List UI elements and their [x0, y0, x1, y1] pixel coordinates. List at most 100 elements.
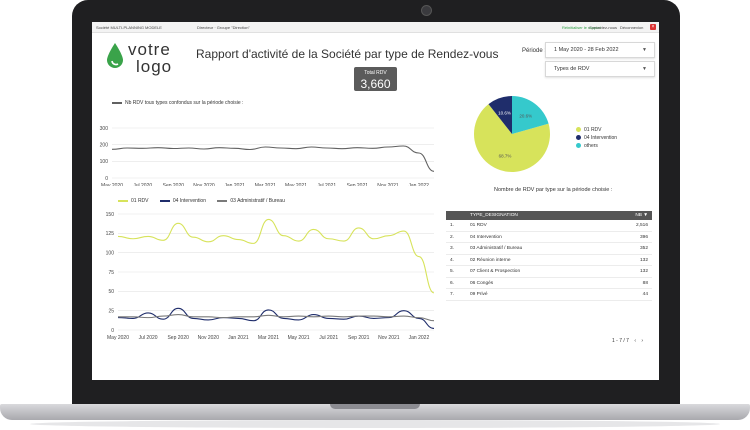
rdv-type-dropdown[interactable]: Types de RDV ▼: [545, 61, 655, 77]
series-line-2: [117, 307, 435, 330]
table-row[interactable]: 4. 02 Réunion interne 132: [446, 255, 652, 266]
legend-dot: [576, 135, 581, 141]
table-row[interactable]: 2. 04 Intervention 396: [446, 232, 652, 243]
x-tick-label: Jan 2022: [408, 183, 429, 186]
legend-label: 04 Intervention: [172, 198, 206, 204]
total-rdv-scorecard: Total RDV 3,660: [354, 67, 397, 91]
x-tick-label: Nov 2021: [377, 183, 399, 186]
logout-link[interactable]: Déconnexion: [620, 25, 643, 30]
pager-range: 1 - 7 / 7: [612, 338, 629, 344]
laptop-shadow: [30, 420, 720, 428]
row-index: 1.: [450, 223, 455, 228]
column-header-type[interactable]: TYPE_DESIGNATION: [470, 213, 518, 218]
y-tick-label: 50: [108, 289, 114, 295]
x-tick-label: Sep 2020: [167, 335, 189, 341]
next-page-icon[interactable]: ›: [641, 338, 643, 344]
legend-label: 03 Administratif / Bureau: [230, 198, 285, 204]
company-name: Société MULTI-PLANNING MODELE: [96, 25, 162, 30]
row-count: 396: [639, 234, 648, 240]
period-date-picker[interactable]: 1 May 2020 - 28 Feb 2022 ▼: [545, 42, 655, 58]
rdv-type-table: TYPE_DESIGNATION NB ▼ 1. 01 RDV 2,516 2. 04 …: [446, 211, 652, 301]
legend-label: others: [584, 143, 598, 149]
row-count: 352: [639, 246, 648, 251]
rdv-share-pie-chart: 68.7% 10.6% 20.6%: [474, 96, 550, 172]
y-tick-label: 100: [106, 250, 115, 256]
table-row[interactable]: 1. 01 RDV 2,516: [446, 220, 652, 232]
x-tick-label: Nov 2020: [198, 335, 220, 341]
x-tick-label: Jul 2021: [317, 183, 336, 186]
table-row[interactable]: 7. 09 Privé 44: [446, 289, 652, 301]
x-tick-label: Mar 2021: [258, 335, 279, 341]
logo-text-bottom: logo: [136, 57, 173, 76]
pie-legend-item: others: [576, 142, 617, 150]
row-index: 3.: [450, 246, 455, 251]
legend-swatch: [112, 101, 122, 104]
legend-swatch: [118, 199, 128, 202]
table-row[interactable]: 6. 06 Congés 88: [446, 278, 652, 289]
kpi-value: 3,660: [360, 77, 391, 91]
row-count: 2,516: [635, 223, 648, 228]
sort-desc-icon[interactable]: ▼: [643, 213, 648, 218]
chevron-down-icon: ▼: [642, 47, 647, 53]
legend-swatch: [159, 199, 170, 202]
row-type: 01 RDV: [470, 223, 487, 228]
rdv-type-value: Types de RDV: [554, 66, 590, 72]
app-topbar: Société MULTI-PLANNING MODELE Directeur …: [92, 22, 659, 33]
row-type: 02 Réunion interne: [470, 257, 511, 263]
pie-slice-label: 10.6%: [498, 110, 511, 115]
series-line-1: [111, 145, 435, 172]
contact-link[interactable]: Contactez-nous: [589, 25, 617, 30]
x-tick-label: Sep 2020: [163, 183, 185, 186]
company-logo: votre logo: [106, 40, 186, 76]
close-icon[interactable]: ×: [650, 24, 656, 30]
legend-dot: [576, 127, 581, 133]
x-tick-label: May 2020: [101, 183, 123, 186]
laptop-notch: [330, 404, 420, 409]
y-tick-label: 25: [108, 308, 114, 314]
x-tick-label: Sep 2021: [348, 335, 370, 341]
prev-page-icon[interactable]: ‹: [634, 338, 636, 344]
row-count: 132: [639, 269, 648, 274]
row-type: 04 Intervention: [470, 234, 502, 240]
x-tick-label: Jan 2021: [224, 183, 245, 186]
row-count: 88: [642, 280, 648, 286]
x-tick-label: Jul 2021: [319, 335, 338, 341]
y-tick-label: 0: [111, 328, 114, 334]
row-type: 07 Client & Prospection: [470, 269, 521, 274]
legend-label: 04 Intervention: [584, 135, 618, 141]
y-tick-label: 0: [105, 176, 108, 182]
x-tick-label: Jan 2021: [228, 335, 249, 341]
kpi-label: Total RDV: [364, 70, 387, 76]
row-type: 06 Congés: [470, 280, 494, 286]
pie-legend-item: 01 RDV: [576, 126, 617, 134]
pie-slice-label: 20.6%: [519, 114, 532, 119]
x-tick-label: Sep 2021: [347, 183, 369, 186]
x-tick-label: May 2021: [288, 335, 310, 341]
table-row[interactable]: 3. 03 Administratif / Bureau 352: [446, 243, 652, 255]
x-tick-label: Nov 2021: [378, 335, 400, 341]
y-tick-label: 75: [108, 270, 114, 276]
x-tick-label: Jan 2022: [409, 335, 430, 341]
row-index: 2.: [450, 234, 455, 240]
y-tick-label: 100: [100, 159, 109, 165]
y-tick-label: 125: [106, 231, 115, 237]
y-tick-label: 150: [106, 212, 115, 218]
table-body: 1. 01 RDV 2,516 2. 04 Intervention 396 3. 03 Ad…: [446, 220, 652, 301]
row-count: 44: [642, 292, 648, 297]
row-count: 132: [639, 257, 648, 263]
series-line-1: [117, 218, 435, 294]
row-type: 09 Privé: [470, 292, 488, 297]
column-header-nb[interactable]: NB: [635, 213, 642, 218]
row-index: 4.: [450, 257, 455, 263]
x-tick-label: Jul 2020: [139, 335, 158, 341]
user-role: Directeur · Groupe "Direction": [197, 25, 250, 30]
table-row[interactable]: 5. 07 Client & Prospection 132: [446, 266, 652, 278]
row-type: 03 Administratif / Bureau: [470, 246, 523, 251]
y-tick-label: 200: [100, 142, 109, 148]
x-tick-label: May 2020: [107, 335, 129, 341]
legend-label: 01 RDV: [584, 127, 602, 133]
pie-legend-item: 04 Intervention: [576, 134, 617, 142]
x-tick-label: Mar 2021: [255, 183, 276, 186]
drop-icon: [107, 43, 123, 68]
total-rdv-line-chart: 300 200 100 0May 2020 Jul 2020 Sep 2020 Nov 20…: [100, 126, 435, 186]
